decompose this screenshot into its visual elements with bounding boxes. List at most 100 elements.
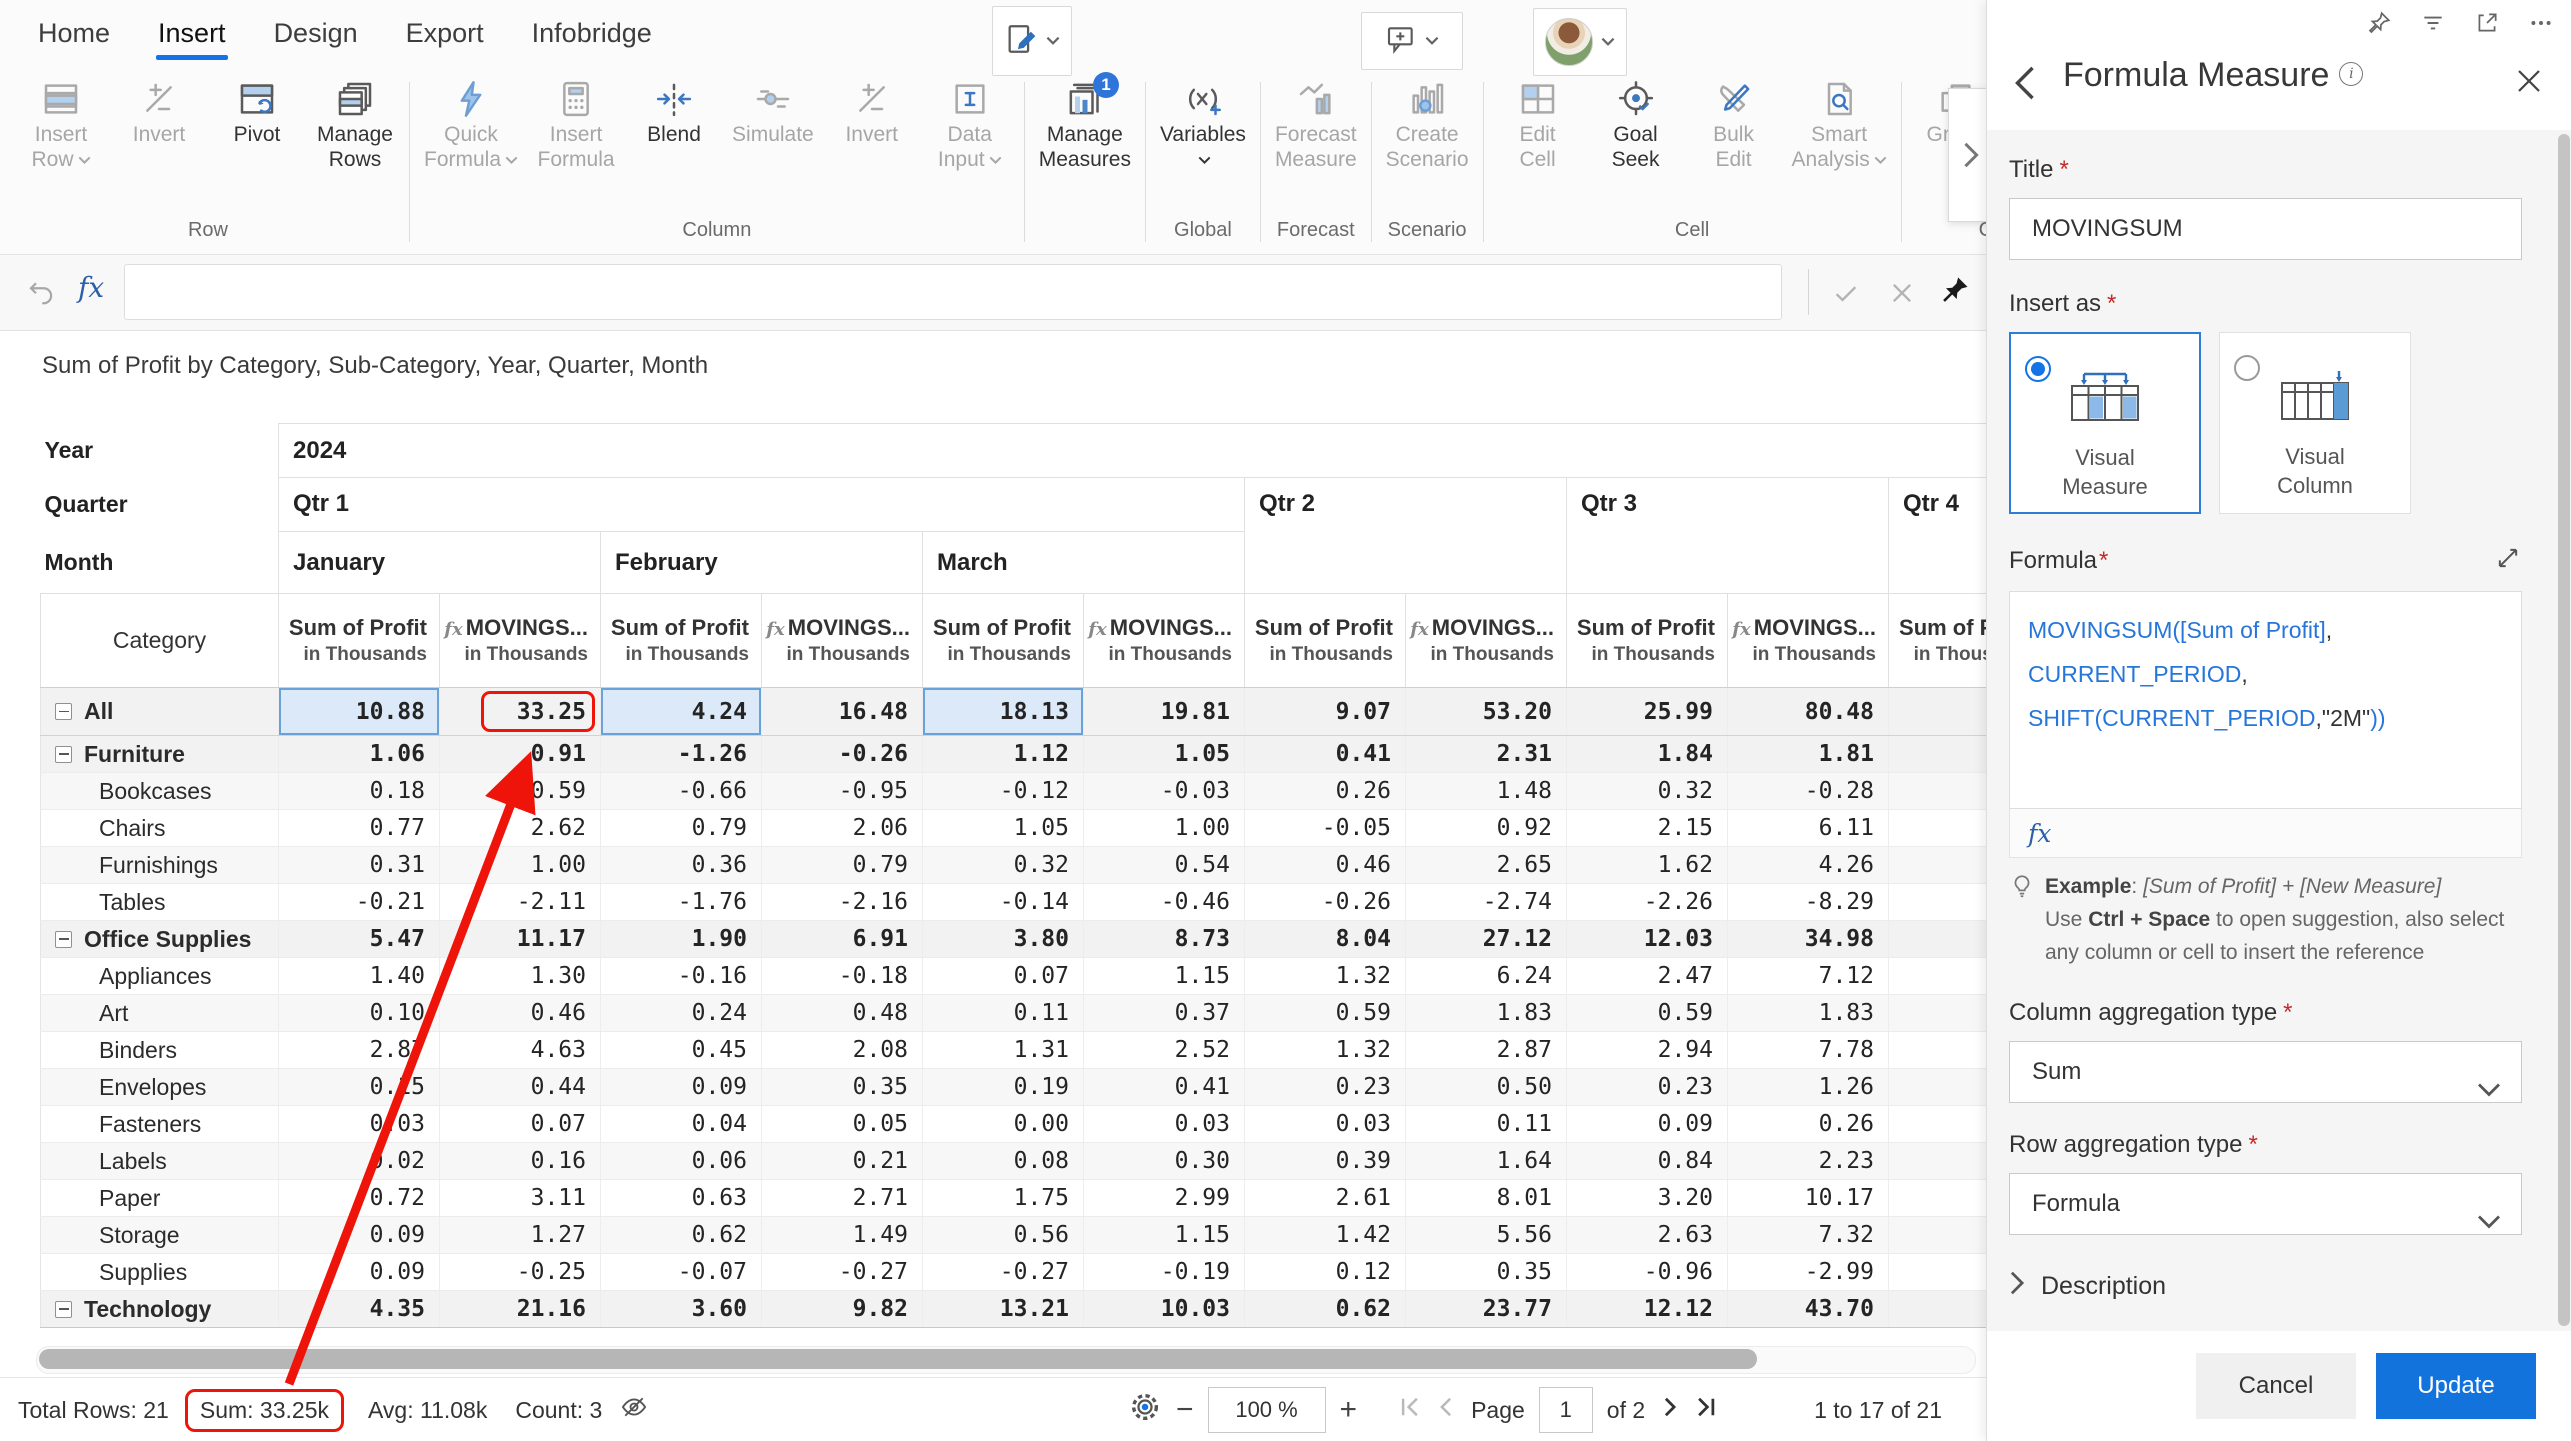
- pivot-cell[interactable]: 0.41: [1084, 1069, 1245, 1106]
- pivot-cell[interactable]: 0.44: [440, 1069, 601, 1106]
- pivot-cell[interactable]: -1.76: [601, 884, 762, 921]
- pivot-cell[interactable]: 0.32: [1567, 773, 1728, 810]
- pivot-cell[interactable]: 3.20: [1567, 1180, 1728, 1217]
- pivot-cell[interactable]: 0.36: [601, 847, 762, 884]
- measure-header-movingsum[interactable]: fxMOVINGS...in Thousands: [440, 594, 601, 688]
- pivot-cell[interactable]: [1889, 884, 1987, 921]
- ribbon-button-goal-seek[interactable]: GoalSeek: [1587, 74, 1685, 174]
- pivot-cell[interactable]: 2.31: [1406, 736, 1567, 773]
- pivot-cell[interactable]: -0.03: [1084, 773, 1245, 810]
- measure-header-movingsum[interactable]: fxMOVINGS...in Thousands: [1406, 594, 1567, 688]
- page-input[interactable]: 1: [1539, 1387, 1593, 1433]
- row-label-binders[interactable]: Binders: [41, 1032, 279, 1069]
- pivot-cell[interactable]: 8.04: [1245, 921, 1406, 958]
- row-label-furniture[interactable]: Furniture: [41, 736, 279, 773]
- horizontal-scrollbar-thumb[interactable]: [39, 1349, 1757, 1369]
- pivot-cell[interactable]: [1889, 773, 1987, 810]
- pivot-cell[interactable]: 0.03: [279, 1106, 440, 1143]
- pivot-cell[interactable]: 0.63: [601, 1180, 762, 1217]
- row-label-technology[interactable]: Technology: [41, 1291, 279, 1328]
- pivot-cell[interactable]: 0.46: [1245, 847, 1406, 884]
- description-toggle[interactable]: Description: [2009, 1271, 2522, 1302]
- pivot-cell[interactable]: 1.15: [1084, 1217, 1245, 1254]
- pivot-cell[interactable]: -0.18: [762, 958, 923, 995]
- row-label-fasteners[interactable]: Fasteners: [41, 1106, 279, 1143]
- pivot-cell[interactable]: 16.48: [762, 688, 923, 736]
- pivot-cell[interactable]: 6.24: [1406, 958, 1567, 995]
- pivot-cell[interactable]: 0.09: [279, 1254, 440, 1291]
- pivot-cell[interactable]: 0.11: [1406, 1106, 1567, 1143]
- pivot-cell[interactable]: 19.81: [1084, 688, 1245, 736]
- pivot-cell[interactable]: 27.12: [1406, 921, 1567, 958]
- pivot-cell[interactable]: 1.75: [923, 1180, 1084, 1217]
- pivot-cell[interactable]: 2.63: [1567, 1217, 1728, 1254]
- pivot-cell[interactable]: 0.03: [1245, 1106, 1406, 1143]
- account-menu-button[interactable]: [1533, 8, 1627, 76]
- pivot-cell[interactable]: 1.00: [440, 847, 601, 884]
- pivot-cell[interactable]: 0.41: [1245, 736, 1406, 773]
- pivot-cell[interactable]: 10.03: [1084, 1291, 1245, 1328]
- row-label-paper[interactable]: Paper: [41, 1180, 279, 1217]
- pivot-cell[interactable]: 53.20: [1406, 688, 1567, 736]
- pivot-cell[interactable]: 2.23: [1728, 1143, 1889, 1180]
- pivot-cell[interactable]: 5.47: [279, 921, 440, 958]
- pivot-cell[interactable]: -1.26: [601, 736, 762, 773]
- pivot-cell[interactable]: -2.99: [1728, 1254, 1889, 1291]
- pivot-cell[interactable]: -2.74: [1406, 884, 1567, 921]
- pivot-cell[interactable]: -0.27: [923, 1254, 1084, 1291]
- row-label-furnishings[interactable]: Furnishings: [41, 847, 279, 884]
- pivot-cell[interactable]: 0.09: [601, 1069, 762, 1106]
- pivot-cell[interactable]: -0.12: [923, 773, 1084, 810]
- zoom-in-button[interactable]: +: [1340, 1393, 1358, 1427]
- pivot-cell[interactable]: 0.10: [279, 995, 440, 1032]
- formula-editor[interactable]: MOVINGSUM([Sum of Profit],CURRENT_PERIOD…: [2009, 591, 2522, 809]
- pivot-cell[interactable]: 0.62: [601, 1217, 762, 1254]
- pivot-cell[interactable]: -2.26: [1567, 884, 1728, 921]
- eye-off-icon[interactable]: [620, 1393, 648, 1427]
- ribbon-tab-insert[interactable]: Insert: [134, 4, 250, 62]
- row-label-all[interactable]: All: [41, 688, 279, 736]
- pivot-cell[interactable]: 80.48: [1728, 688, 1889, 736]
- row-label-art[interactable]: Art: [41, 995, 279, 1032]
- pivot-cell[interactable]: [1889, 921, 1987, 958]
- row-label-tables[interactable]: Tables: [41, 884, 279, 921]
- pivot-cell[interactable]: -0.66: [601, 773, 762, 810]
- pivot-cell[interactable]: 2.52: [1084, 1032, 1245, 1069]
- pivot-cell[interactable]: 1.40: [279, 958, 440, 995]
- close-panel-icon[interactable]: [2514, 66, 2544, 101]
- pivot-cell[interactable]: -0.27: [762, 1254, 923, 1291]
- pivot-cell[interactable]: 0.03: [1084, 1106, 1245, 1143]
- ribbon-button-blend[interactable]: Blend: [625, 74, 723, 149]
- pivot-cell[interactable]: 9.82: [762, 1291, 923, 1328]
- pivot-cell[interactable]: 0.09: [1567, 1106, 1728, 1143]
- pivot-cell[interactable]: 1.12: [923, 736, 1084, 773]
- pivot-cell[interactable]: 1.00: [1084, 810, 1245, 847]
- row-aggregation-select[interactable]: Formula: [2009, 1173, 2522, 1235]
- edit-mode-button[interactable]: [992, 6, 1072, 76]
- pivot-cell[interactable]: [1889, 995, 1987, 1032]
- panel-scrollbar-thumb[interactable]: [2558, 134, 2570, 1326]
- pivot-cell[interactable]: 10.17: [1728, 1180, 1889, 1217]
- pivot-cell[interactable]: 1.31: [923, 1032, 1084, 1069]
- pivot-cell[interactable]: 5.56: [1406, 1217, 1567, 1254]
- pivot-cell[interactable]: -0.05: [1245, 810, 1406, 847]
- pivot-cell[interactable]: 23.77: [1406, 1291, 1567, 1328]
- pivot-cell[interactable]: 2.08: [762, 1032, 923, 1069]
- pivot-cell[interactable]: 3.11: [440, 1180, 601, 1217]
- pivot-cell[interactable]: [1889, 688, 1987, 736]
- pivot-cell[interactable]: 2.47: [1567, 958, 1728, 995]
- formula-input[interactable]: [124, 264, 1782, 320]
- pivot-cell[interactable]: 1.83: [1728, 995, 1889, 1032]
- pivot-cell[interactable]: 2.62: [440, 810, 601, 847]
- quarter-header-q2[interactable]: Qtr 2: [1245, 478, 1567, 594]
- title-field[interactable]: MOVINGSUM: [2009, 198, 2522, 260]
- pivot-cell[interactable]: 0.62: [1245, 1291, 1406, 1328]
- option-visual-measure[interactable]: VisualMeasure: [2009, 332, 2201, 514]
- pivot-cell[interactable]: 10.88: [279, 688, 440, 736]
- collapse-icon[interactable]: [55, 703, 72, 720]
- pivot-cell[interactable]: 0.79: [762, 847, 923, 884]
- pivot-cell[interactable]: -0.26: [1245, 884, 1406, 921]
- month-header-february[interactable]: February: [601, 532, 923, 594]
- pivot-cell[interactable]: 0.72: [279, 1180, 440, 1217]
- measure-header-sum-of-profit[interactable]: Sum of Profitin Thousands: [923, 594, 1084, 688]
